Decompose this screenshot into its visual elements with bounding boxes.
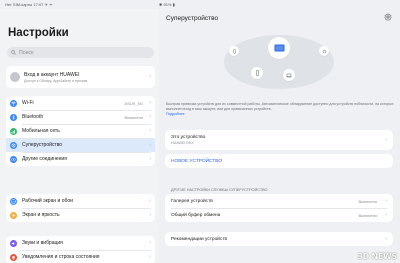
sidebar-item-label: Wi-Fi xyxy=(22,100,34,106)
tablet-icon xyxy=(274,44,284,52)
description-text: Быстрая привязка устройств для их совмес… xyxy=(166,102,394,112)
more-link[interactable]: Подробнее xyxy=(166,112,185,116)
device-top-right[interactable] xyxy=(319,46,329,56)
account-subtitle: Доступ к Облаку, AppGallery и прочим xyxy=(24,78,88,83)
panel-title: Суперустройство xyxy=(166,15,219,22)
search-bar[interactable] xyxy=(7,47,154,58)
shared-clipboard-row[interactable]: Общий буфер обмена Включено › xyxy=(165,208,393,222)
sidebar-item-label: Экран и яркость xyxy=(22,212,60,218)
section-title: ДРУГИЕ НАСТРОЙКИ СЛУЖБЫ СУПЕРУСТРОЙСТВО xyxy=(171,188,268,192)
sidebar-item-home-screen[interactable]: Рабочий экран и обои › xyxy=(6,194,155,208)
wifi-value: ASUS_5G xyxy=(124,100,143,106)
chevron-right-icon: › xyxy=(149,142,151,148)
watch-icon xyxy=(322,49,326,53)
chevron-right-icon: › xyxy=(149,114,151,120)
chevron-right-icon: › xyxy=(149,212,151,218)
description: Быстрая привязка устройств для их совмес… xyxy=(166,102,394,118)
notification-icon xyxy=(10,253,17,261)
device-gallery-label: Галерея устройств xyxy=(171,198,213,204)
wallpaper-icon xyxy=(10,197,17,205)
settings-sidebar: Настройки Вход в аккаунт HUAWEI Доступ к… xyxy=(0,9,159,263)
link-icon xyxy=(10,155,17,163)
chevron-right-icon: › xyxy=(385,137,387,143)
sidebar-item-label: Мобильная сеть xyxy=(22,128,60,134)
sidebar-item-label: Другие соединения xyxy=(22,156,67,162)
gear-icon[interactable] xyxy=(384,13,392,21)
device-bottom-right[interactable] xyxy=(283,69,295,81)
sidebar-item-other-connections[interactable]: Другие соединения › xyxy=(6,152,155,166)
this-device-card[interactable]: Это устройство HUAWEI DKX › xyxy=(165,130,393,150)
sound-group: Звуки и вибрация › Уведомления и строка … xyxy=(6,236,155,263)
new-device-card[interactable]: НОВОЕ УСТРОЙСТВО xyxy=(165,154,393,168)
brightness-icon xyxy=(10,211,17,219)
watermark-logo: 3D NEWS xyxy=(357,252,397,261)
this-device-row[interactable]: Это устройство HUAWEI DKX › xyxy=(165,130,393,150)
sidebar-item-label: Звуки и вибрация xyxy=(22,240,63,246)
sidebar-item-super-device[interactable]: Суперустройство › xyxy=(6,138,155,152)
device-gallery-row[interactable]: Галерея устройств Включено › xyxy=(165,194,393,208)
chevron-right-icon: › xyxy=(149,254,151,260)
recommendations-label: Рекомендации устройств xyxy=(171,236,228,242)
sidebar-item-label: Bluetooth xyxy=(22,114,44,120)
bluetooth-value: Включено xyxy=(124,114,143,120)
sidebar-item-bluetooth[interactable]: Bluetooth Включено › xyxy=(6,110,155,124)
sidebar-item-display[interactable]: Экран и яркость › xyxy=(6,208,155,222)
chevron-right-icon: › xyxy=(149,74,151,80)
new-device-button[interactable]: НОВОЕ УСТРОЙСТВО xyxy=(171,159,222,164)
display-group: Рабочий экран и обои › Экран и яркость › xyxy=(6,194,155,222)
this-device-subtitle: HUAWEI DKX xyxy=(171,141,194,145)
connectivity-group: Wi-Fi ASUS_5G › Bluetooth Включено › Моб… xyxy=(6,96,155,166)
device-bottom-left[interactable] xyxy=(251,67,263,79)
account-title: Вход в аккаунт HUAWEI xyxy=(24,71,80,78)
chevron-right-icon: › xyxy=(149,240,151,246)
avatar xyxy=(10,72,20,82)
sidebar-item-label: Суперустройство xyxy=(22,142,63,148)
speaker-icon xyxy=(232,48,236,54)
sidebar-item-notifications[interactable]: Уведомления и строка состояния › xyxy=(6,250,155,263)
sidebar-item-wifi[interactable]: Wi-Fi ASUS_5G › xyxy=(6,96,155,110)
mobile-network-icon xyxy=(10,127,17,135)
sidebar-item-sounds[interactable]: Звуки и вибрация › xyxy=(6,236,155,250)
bluetooth-icon xyxy=(10,113,17,121)
device-gallery-value: Включено xyxy=(358,198,377,204)
this-device-title: Это устройство xyxy=(171,135,206,140)
device-top-left[interactable] xyxy=(229,46,239,56)
chevron-right-icon: › xyxy=(149,100,151,106)
service-settings-card: Галерея устройств Включено › Общий буфер… xyxy=(165,194,393,222)
chevron-right-icon: › xyxy=(385,212,387,218)
phone-icon xyxy=(255,70,259,76)
super-device-panel: Суперустройство Быстрая привязка устройс… xyxy=(159,9,400,263)
page-title: Настройки xyxy=(8,27,69,39)
recommendations-card[interactable]: Рекомендации устройств › xyxy=(165,232,393,246)
status-bar: Нет SIM-карты 17:07 ✈ ᯤ ✱ 91% ▮ xyxy=(0,0,400,256)
chevron-right-icon: › xyxy=(149,156,151,162)
device-current[interactable] xyxy=(268,37,290,59)
recommendations-row[interactable]: Рекомендации устройств › xyxy=(165,232,393,246)
sidebar-item-label: Рабочий экран и обои xyxy=(22,198,73,204)
super-device-icon xyxy=(10,141,17,149)
sidebar-item-label: Уведомления и строка состояния xyxy=(22,254,100,260)
chevron-right-icon: › xyxy=(385,198,387,204)
chevron-right-icon: › xyxy=(149,128,151,134)
new-device-row[interactable]: НОВОЕ УСТРОЙСТВО xyxy=(165,154,393,168)
status-left: Нет SIM-карты 17:07 ✈ ᯤ xyxy=(5,2,53,7)
chevron-right-icon: › xyxy=(385,236,387,242)
shared-clipboard-value: Включено xyxy=(358,212,377,218)
account-row[interactable]: Вход в аккаунт HUAWEI Доступ к Облаку, A… xyxy=(6,66,155,88)
account-card[interactable]: Вход в аккаунт HUAWEI Доступ к Облаку, A… xyxy=(6,66,155,88)
sound-icon xyxy=(10,239,17,247)
laptop-icon xyxy=(286,73,292,77)
search-input[interactable] xyxy=(19,49,139,56)
wifi-icon xyxy=(10,99,17,107)
sidebar-item-mobile-network[interactable]: Мобильная сеть › xyxy=(6,124,155,138)
search-icon xyxy=(11,50,16,55)
shared-clipboard-label: Общий буфер обмена xyxy=(171,212,221,218)
chevron-right-icon: › xyxy=(149,198,151,204)
